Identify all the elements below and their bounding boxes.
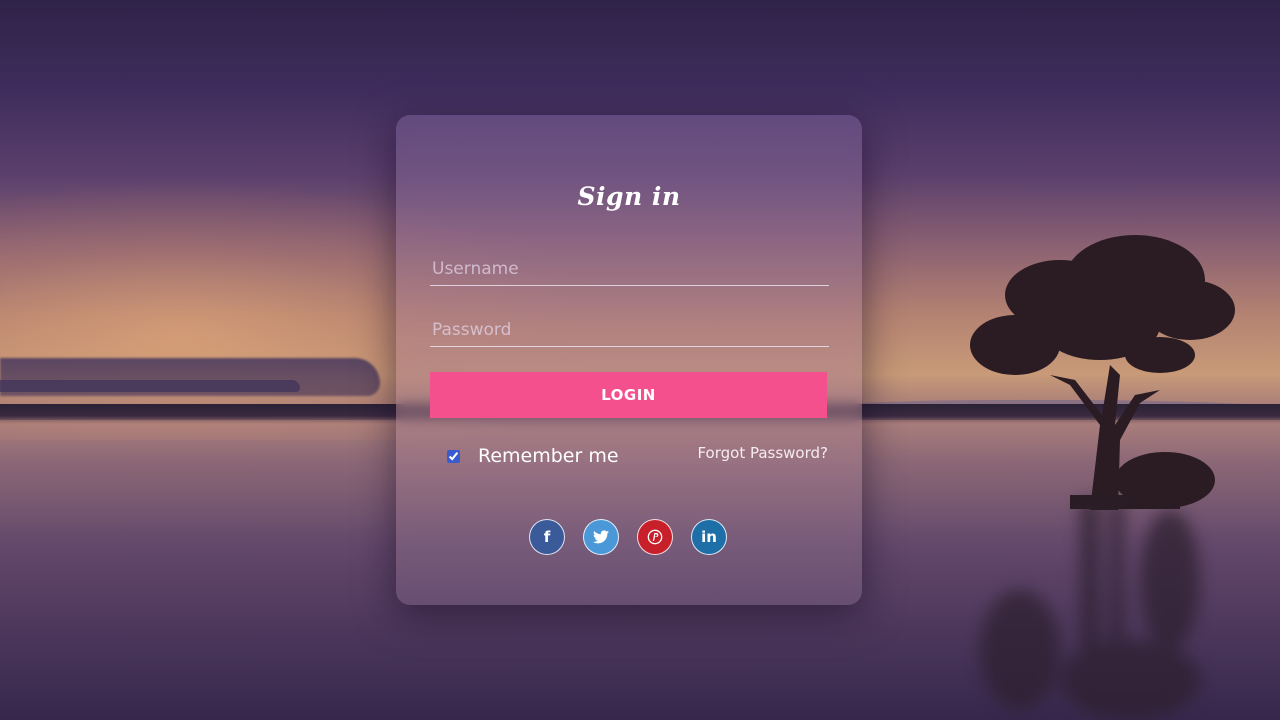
- cloud: [0, 380, 300, 392]
- remember-me-label[interactable]: Remember me: [478, 445, 619, 467]
- forgot-password-link[interactable]: Forgot Password?: [660, 444, 828, 462]
- password-input[interactable]: [430, 313, 829, 347]
- tree-reflection: [980, 500, 1200, 720]
- login-button[interactable]: LOGIN: [430, 372, 827, 418]
- linkedin-icon[interactable]: in: [691, 519, 727, 555]
- username-input[interactable]: [430, 252, 829, 286]
- remember-me-checkbox[interactable]: [447, 449, 460, 463]
- remember-me-row: Remember me: [447, 443, 619, 469]
- form-title: Sign in: [577, 182, 681, 211]
- social-login-row: f in: [529, 519, 745, 555]
- facebook-glyph: f: [543, 528, 551, 546]
- pinterest-icon[interactable]: [637, 519, 673, 555]
- pinterest-p-icon: [647, 529, 663, 545]
- tree-silhouette: [970, 235, 1235, 510]
- twitter-bird-icon: [593, 530, 609, 544]
- twitter-icon[interactable]: [583, 519, 619, 555]
- linkedin-glyph: in: [701, 528, 717, 546]
- facebook-icon[interactable]: f: [529, 519, 565, 555]
